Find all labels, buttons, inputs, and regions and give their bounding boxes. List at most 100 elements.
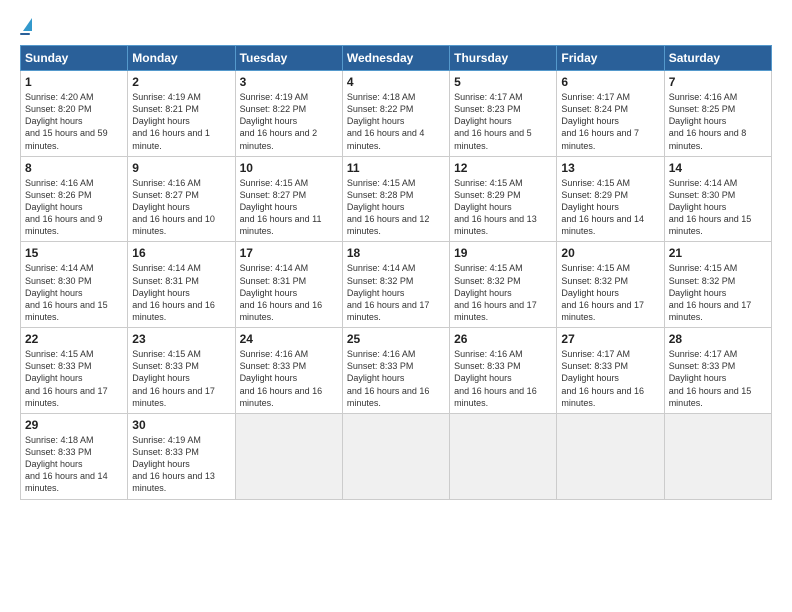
cell-info: Sunrise: 4:14 AMSunset: 8:31 PMDaylight … xyxy=(132,263,215,322)
calendar-cell: 1 Sunrise: 4:20 AMSunset: 8:20 PMDayligh… xyxy=(21,71,128,157)
day-number: 23 xyxy=(132,332,230,346)
weekday-header-wednesday: Wednesday xyxy=(342,46,449,71)
cell-info: Sunrise: 4:17 AMSunset: 8:23 PMDaylight … xyxy=(454,92,532,151)
logo-blue-text xyxy=(20,33,30,35)
calendar-cell: 3 Sunrise: 4:19 AMSunset: 8:22 PMDayligh… xyxy=(235,71,342,157)
day-number: 1 xyxy=(25,75,123,89)
day-number: 30 xyxy=(132,418,230,432)
week-row-1: 1 Sunrise: 4:20 AMSunset: 8:20 PMDayligh… xyxy=(21,71,772,157)
day-number: 15 xyxy=(25,246,123,260)
calendar-cell xyxy=(557,413,664,499)
cell-info: Sunrise: 4:17 AMSunset: 8:24 PMDaylight … xyxy=(561,92,639,151)
cell-info: Sunrise: 4:14 AMSunset: 8:30 PMDaylight … xyxy=(25,263,108,322)
logo-triangle-icon xyxy=(23,18,32,31)
cell-info: Sunrise: 4:14 AMSunset: 8:32 PMDaylight … xyxy=(347,263,430,322)
page: SundayMondayTuesdayWednesdayThursdayFrid… xyxy=(0,0,792,612)
cell-info: Sunrise: 4:15 AMSunset: 8:27 PMDaylight … xyxy=(240,178,322,237)
calendar-cell: 27 Sunrise: 4:17 AMSunset: 8:33 PMDaylig… xyxy=(557,328,664,414)
cell-info: Sunrise: 4:14 AMSunset: 8:30 PMDaylight … xyxy=(669,178,752,237)
day-number: 5 xyxy=(454,75,552,89)
cell-info: Sunrise: 4:15 AMSunset: 8:29 PMDaylight … xyxy=(561,178,644,237)
day-number: 4 xyxy=(347,75,445,89)
day-number: 22 xyxy=(25,332,123,346)
cell-info: Sunrise: 4:15 AMSunset: 8:33 PMDaylight … xyxy=(132,349,215,408)
calendar-cell: 5 Sunrise: 4:17 AMSunset: 8:23 PMDayligh… xyxy=(450,71,557,157)
day-number: 8 xyxy=(25,161,123,175)
cell-info: Sunrise: 4:16 AMSunset: 8:25 PMDaylight … xyxy=(669,92,747,151)
day-number: 26 xyxy=(454,332,552,346)
day-number: 9 xyxy=(132,161,230,175)
cell-info: Sunrise: 4:15 AMSunset: 8:28 PMDaylight … xyxy=(347,178,430,237)
calendar-cell: 9 Sunrise: 4:16 AMSunset: 8:27 PMDayligh… xyxy=(128,156,235,242)
cell-info: Sunrise: 4:19 AMSunset: 8:22 PMDaylight … xyxy=(240,92,318,151)
calendar-cell: 29 Sunrise: 4:18 AMSunset: 8:33 PMDaylig… xyxy=(21,413,128,499)
calendar-cell: 8 Sunrise: 4:16 AMSunset: 8:26 PMDayligh… xyxy=(21,156,128,242)
day-number: 6 xyxy=(561,75,659,89)
calendar-cell: 14 Sunrise: 4:14 AMSunset: 8:30 PMDaylig… xyxy=(664,156,771,242)
cell-info: Sunrise: 4:14 AMSunset: 8:31 PMDaylight … xyxy=(240,263,323,322)
cell-info: Sunrise: 4:19 AMSunset: 8:33 PMDaylight … xyxy=(132,435,215,494)
calendar-cell: 10 Sunrise: 4:15 AMSunset: 8:27 PMDaylig… xyxy=(235,156,342,242)
cell-info: Sunrise: 4:16 AMSunset: 8:33 PMDaylight … xyxy=(240,349,323,408)
cell-info: Sunrise: 4:18 AMSunset: 8:33 PMDaylight … xyxy=(25,435,108,494)
cell-info: Sunrise: 4:15 AMSunset: 8:32 PMDaylight … xyxy=(454,263,537,322)
day-number: 27 xyxy=(561,332,659,346)
calendar-cell: 15 Sunrise: 4:14 AMSunset: 8:30 PMDaylig… xyxy=(21,242,128,328)
cell-info: Sunrise: 4:18 AMSunset: 8:22 PMDaylight … xyxy=(347,92,425,151)
cell-info: Sunrise: 4:20 AMSunset: 8:20 PMDaylight … xyxy=(25,92,108,151)
cell-info: Sunrise: 4:16 AMSunset: 8:33 PMDaylight … xyxy=(454,349,537,408)
day-number: 21 xyxy=(669,246,767,260)
weekday-header-monday: Monday xyxy=(128,46,235,71)
calendar-cell: 19 Sunrise: 4:15 AMSunset: 8:32 PMDaylig… xyxy=(450,242,557,328)
weekday-header-saturday: Saturday xyxy=(664,46,771,71)
day-number: 28 xyxy=(669,332,767,346)
calendar-cell: 2 Sunrise: 4:19 AMSunset: 8:21 PMDayligh… xyxy=(128,71,235,157)
day-number: 14 xyxy=(669,161,767,175)
cell-info: Sunrise: 4:15 AMSunset: 8:32 PMDaylight … xyxy=(669,263,752,322)
week-row-4: 22 Sunrise: 4:15 AMSunset: 8:33 PMDaylig… xyxy=(21,328,772,414)
calendar-cell: 13 Sunrise: 4:15 AMSunset: 8:29 PMDaylig… xyxy=(557,156,664,242)
calendar-cell: 12 Sunrise: 4:15 AMSunset: 8:29 PMDaylig… xyxy=(450,156,557,242)
day-number: 29 xyxy=(25,418,123,432)
weekday-header-thursday: Thursday xyxy=(450,46,557,71)
calendar-cell: 20 Sunrise: 4:15 AMSunset: 8:32 PMDaylig… xyxy=(557,242,664,328)
calendar-cell: 24 Sunrise: 4:16 AMSunset: 8:33 PMDaylig… xyxy=(235,328,342,414)
calendar-cell: 25 Sunrise: 4:16 AMSunset: 8:33 PMDaylig… xyxy=(342,328,449,414)
calendar-cell: 7 Sunrise: 4:16 AMSunset: 8:25 PMDayligh… xyxy=(664,71,771,157)
calendar-cell: 28 Sunrise: 4:17 AMSunset: 8:33 PMDaylig… xyxy=(664,328,771,414)
weekday-header-sunday: Sunday xyxy=(21,46,128,71)
day-number: 12 xyxy=(454,161,552,175)
weekday-header-row: SundayMondayTuesdayWednesdayThursdayFrid… xyxy=(21,46,772,71)
day-number: 2 xyxy=(132,75,230,89)
header xyxy=(20,18,772,35)
calendar-cell: 23 Sunrise: 4:15 AMSunset: 8:33 PMDaylig… xyxy=(128,328,235,414)
logo xyxy=(20,18,32,35)
day-number: 17 xyxy=(240,246,338,260)
weekday-header-friday: Friday xyxy=(557,46,664,71)
calendar-cell xyxy=(664,413,771,499)
week-row-2: 8 Sunrise: 4:16 AMSunset: 8:26 PMDayligh… xyxy=(21,156,772,242)
day-number: 13 xyxy=(561,161,659,175)
day-number: 11 xyxy=(347,161,445,175)
calendar-cell xyxy=(342,413,449,499)
day-number: 3 xyxy=(240,75,338,89)
cell-info: Sunrise: 4:16 AMSunset: 8:27 PMDaylight … xyxy=(132,178,215,237)
cell-info: Sunrise: 4:17 AMSunset: 8:33 PMDaylight … xyxy=(561,349,644,408)
calendar-cell xyxy=(235,413,342,499)
day-number: 24 xyxy=(240,332,338,346)
calendar-cell: 11 Sunrise: 4:15 AMSunset: 8:28 PMDaylig… xyxy=(342,156,449,242)
cell-info: Sunrise: 4:19 AMSunset: 8:21 PMDaylight … xyxy=(132,92,210,151)
cell-info: Sunrise: 4:16 AMSunset: 8:33 PMDaylight … xyxy=(347,349,430,408)
calendar-table: SundayMondayTuesdayWednesdayThursdayFrid… xyxy=(20,45,772,500)
calendar-cell: 22 Sunrise: 4:15 AMSunset: 8:33 PMDaylig… xyxy=(21,328,128,414)
calendar-cell: 16 Sunrise: 4:14 AMSunset: 8:31 PMDaylig… xyxy=(128,242,235,328)
calendar-cell: 18 Sunrise: 4:14 AMSunset: 8:32 PMDaylig… xyxy=(342,242,449,328)
calendar-cell: 17 Sunrise: 4:14 AMSunset: 8:31 PMDaylig… xyxy=(235,242,342,328)
calendar-cell: 21 Sunrise: 4:15 AMSunset: 8:32 PMDaylig… xyxy=(664,242,771,328)
day-number: 25 xyxy=(347,332,445,346)
cell-info: Sunrise: 4:15 AMSunset: 8:29 PMDaylight … xyxy=(454,178,537,237)
weekday-header-tuesday: Tuesday xyxy=(235,46,342,71)
calendar-cell: 4 Sunrise: 4:18 AMSunset: 8:22 PMDayligh… xyxy=(342,71,449,157)
cell-info: Sunrise: 4:15 AMSunset: 8:32 PMDaylight … xyxy=(561,263,644,322)
calendar-cell: 26 Sunrise: 4:16 AMSunset: 8:33 PMDaylig… xyxy=(450,328,557,414)
